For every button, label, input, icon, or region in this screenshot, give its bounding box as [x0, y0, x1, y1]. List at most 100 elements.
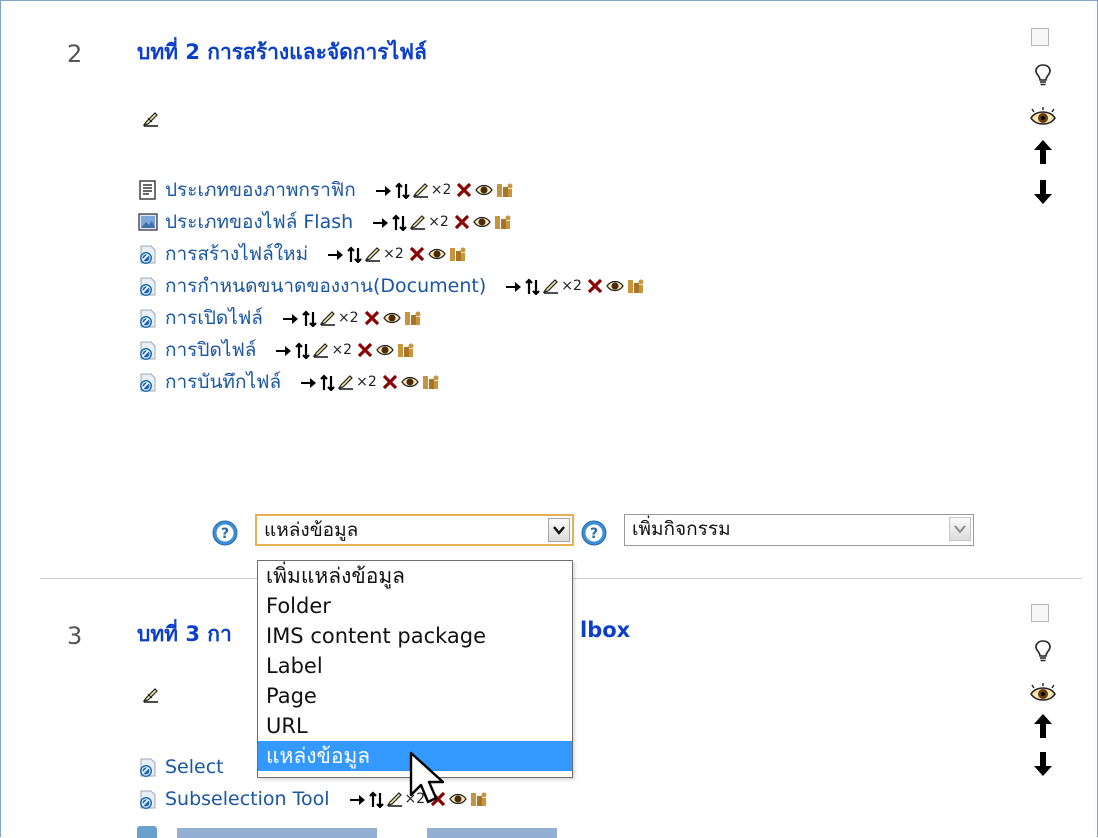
activity-link[interactable]: การปิดไฟล์: [165, 335, 256, 365]
delete-icon[interactable]: [381, 373, 399, 391]
url-link-icon[interactable]: [137, 243, 159, 265]
help-icon[interactable]: ?: [212, 520, 238, 546]
add-resource-select[interactable]: แหล่งข้อมูล: [255, 514, 574, 546]
edit-icon[interactable]: [386, 790, 404, 808]
delete-icon[interactable]: [586, 277, 604, 295]
move-icon[interactable]: [391, 213, 407, 231]
duplicate-indicator[interactable]: ×2: [356, 374, 377, 390]
move-icon[interactable]: [524, 277, 541, 295]
group-mode-icon[interactable]: [448, 245, 466, 263]
visibility-eye-icon[interactable]: [475, 181, 494, 199]
duplicate-indicator[interactable]: ×2: [338, 310, 359, 326]
group-mode-icon[interactable]: [495, 181, 513, 199]
move-down-icon[interactable]: [1028, 178, 1058, 206]
group-mode-icon[interactable]: [421, 373, 439, 391]
move-icon[interactable]: [319, 373, 335, 391]
edit-summary-icon[interactable]: [142, 110, 160, 128]
edit-icon[interactable]: [312, 341, 330, 359]
visibility-eye-icon[interactable]: [382, 309, 401, 327]
delete-icon[interactable]: [356, 341, 374, 359]
group-mode-icon[interactable]: [469, 790, 487, 808]
move-down-icon[interactable]: [1028, 750, 1058, 778]
duplicate-indicator[interactable]: ×2: [331, 342, 352, 358]
duplicate-indicator[interactable]: ×2: [428, 214, 449, 230]
move-icon[interactable]: [394, 181, 410, 199]
delete-icon[interactable]: [453, 213, 471, 231]
dropdown-option[interactable]: Folder: [258, 591, 572, 621]
highlight-checkbox[interactable]: [1031, 604, 1049, 622]
activity-link[interactable]: การกำหนดขนาดของงาน(Document): [165, 271, 486, 301]
image-file-icon[interactable]: [137, 211, 159, 233]
move-icon[interactable]: [294, 341, 311, 359]
move-icon[interactable]: [301, 309, 317, 327]
section-title-end[interactable]: lbox: [580, 618, 630, 642]
move-right-icon[interactable]: [371, 213, 389, 231]
move-up-icon[interactable]: [1028, 712, 1058, 740]
duplicate-indicator[interactable]: ×2: [431, 182, 452, 198]
document-icon[interactable]: [137, 179, 159, 201]
edit-icon[interactable]: [409, 213, 427, 231]
activity-link[interactable]: Subselection Tool: [165, 788, 330, 810]
edit-icon[interactable]: [364, 245, 382, 263]
edit-icon[interactable]: [412, 181, 430, 199]
activity-link[interactable]: ประเภทของไฟล์ Flash: [165, 207, 353, 237]
visibility-eye-icon[interactable]: [376, 341, 394, 359]
dropdown-arrow-icon[interactable]: [548, 518, 570, 542]
eye-icon[interactable]: [1028, 680, 1058, 708]
highlight-checkbox[interactable]: [1031, 28, 1049, 46]
activity-link[interactable]: การบันทึกไฟล์: [165, 367, 281, 397]
activity-link[interactable]: การเปิดไฟล์: [165, 303, 263, 333]
move-right-icon[interactable]: [274, 341, 292, 359]
add-activity-select[interactable]: เพิ่มกิจกรรม: [624, 514, 974, 546]
edit-icon[interactable]: [337, 373, 355, 391]
activity-link[interactable]: Select: [165, 756, 224, 778]
group-mode-icon[interactable]: [626, 277, 644, 295]
dropdown-option[interactable]: Label: [258, 651, 572, 681]
group-mode-icon[interactable]: [396, 341, 414, 359]
dropdown-option[interactable]: Page: [258, 681, 572, 711]
move-right-icon[interactable]: [348, 790, 366, 808]
help-icon[interactable]: ?: [581, 520, 607, 546]
lightbulb-icon[interactable]: [1028, 638, 1058, 666]
dropdown-option[interactable]: IMS content package: [258, 621, 572, 651]
move-right-icon[interactable]: [326, 245, 344, 263]
move-right-icon[interactable]: [504, 277, 522, 295]
move-up-icon[interactable]: [1028, 138, 1058, 166]
dropdown-option[interactable]: URL: [258, 711, 572, 741]
visibility-eye-icon[interactable]: [428, 245, 446, 263]
move-right-icon[interactable]: [281, 309, 299, 327]
move-right-icon[interactable]: [299, 373, 317, 391]
url-link-icon[interactable]: [137, 756, 159, 778]
move-right-icon[interactable]: [374, 181, 392, 199]
visibility-eye-icon[interactable]: [473, 213, 491, 231]
delete-icon[interactable]: [455, 181, 473, 199]
visibility-eye-icon[interactable]: [401, 373, 419, 391]
edit-icon[interactable]: [319, 309, 337, 327]
lightbulb-icon[interactable]: [1028, 62, 1058, 90]
duplicate-indicator[interactable]: ×2: [561, 278, 582, 294]
url-link-icon[interactable]: [137, 307, 159, 329]
edit-icon[interactable]: [542, 277, 560, 295]
dropdown-option[interactable]: เพิ่มแหล่งข้อมูล: [258, 561, 572, 591]
delete-icon[interactable]: [408, 245, 426, 263]
url-link-icon[interactable]: [137, 788, 159, 810]
group-mode-icon[interactable]: [493, 213, 511, 231]
dropdown-arrow-icon[interactable]: [949, 517, 971, 541]
move-icon[interactable]: [346, 245, 362, 263]
url-link-icon[interactable]: [137, 339, 159, 361]
edit-summary-icon[interactable]: [142, 686, 160, 704]
move-icon[interactable]: [368, 790, 384, 808]
url-link-icon[interactable]: [137, 371, 159, 393]
group-mode-icon[interactable]: [403, 309, 421, 327]
add-resource-dropdown-list[interactable]: เพิ่มแหล่งข้อมูล Folder IMS content packag…: [257, 560, 573, 778]
duplicate-indicator[interactable]: ×2: [383, 246, 404, 262]
activity-link[interactable]: ประเภทของภาพกราฟิก: [165, 175, 356, 205]
section-title[interactable]: บทที่ 2 การสร้างและจัดการไฟล์: [137, 36, 427, 69]
activity-link[interactable]: การสร้างไฟล์ใหม่: [165, 239, 308, 269]
url-link-icon[interactable]: [137, 275, 159, 297]
visibility-eye-icon[interactable]: [606, 277, 624, 295]
visibility-eye-icon[interactable]: [449, 790, 467, 808]
section-title[interactable]: บทที่ 3 กา: [137, 618, 232, 651]
eye-icon[interactable]: [1028, 104, 1058, 132]
delete-icon[interactable]: [363, 309, 381, 327]
